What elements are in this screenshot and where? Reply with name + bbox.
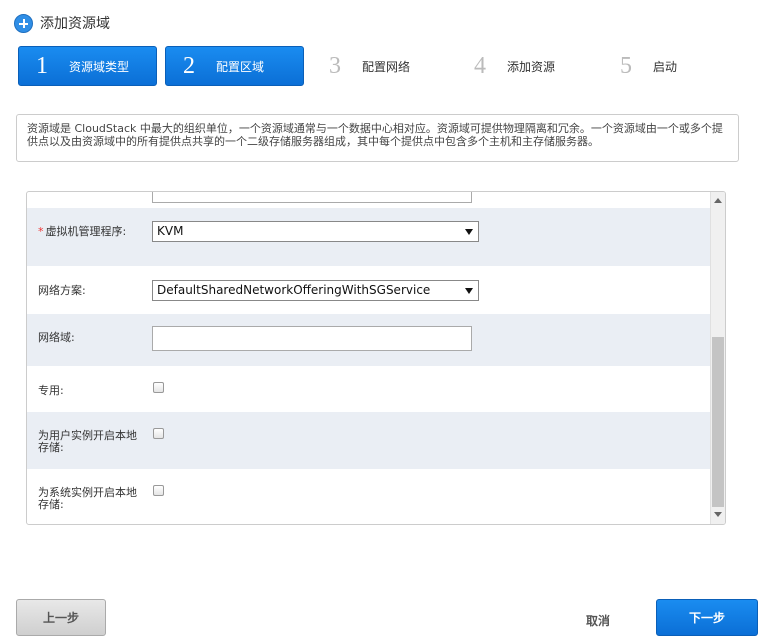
local-storage-user-checkbox[interactable] — [153, 428, 164, 439]
network-offering-select[interactable]: DefaultSharedNetworkOfferingWithSGServic… — [152, 280, 479, 301]
step-number: 3 — [329, 52, 341, 79]
step-setup-zone[interactable]: 2 配置区域 — [165, 46, 304, 86]
step-label: 资源域类型 — [69, 59, 130, 74]
next-button[interactable]: 下一步 — [656, 599, 758, 636]
hypervisor-select[interactable]: KVM — [152, 221, 479, 242]
step-label: 添加资源 — [507, 59, 556, 74]
dialog-header: 添加资源域 — [14, 12, 110, 34]
dropdown-caret-icon — [465, 229, 473, 235]
local-storage-user-label: 为用户实例开启本地存储: — [38, 429, 137, 454]
form-row-network-offering: 网络方案: DefaultSharedNetworkOfferingWithSG… — [27, 266, 710, 314]
form-rows: * 虚拟机管理程序: KVM 网络方案: DefaultSharedNetwork… — [27, 192, 710, 524]
step-launch: 5 启动 — [611, 46, 677, 86]
wizard-steps: 1 资源域类型 2 配置区域 3 配置网络 4 添加资源 5 启动 — [18, 46, 738, 86]
network-offering-value: DefaultSharedNetworkOfferingWithSGServic… — [157, 283, 431, 297]
step-setup-network: 3 配置网络 — [320, 46, 410, 86]
hypervisor-label: * 虚拟机管理程序: — [38, 225, 127, 238]
dedicated-label: 专用: — [38, 384, 64, 397]
step-zone-type[interactable]: 1 资源域类型 — [18, 46, 157, 86]
dropdown-caret-icon — [465, 288, 473, 294]
local-storage-system-label: 为系统实例开启本地存储: — [38, 486, 137, 511]
step-label: 配置区域 — [216, 59, 265, 74]
local-storage-system-checkbox[interactable] — [153, 485, 164, 496]
zone-form: * 虚拟机管理程序: KVM 网络方案: DefaultSharedNetwork… — [26, 191, 726, 525]
step-label: 启动 — [653, 59, 678, 74]
plus-circle-icon — [14, 13, 33, 33]
previous-button[interactable]: 上一步 — [16, 599, 106, 636]
scroll-thumb[interactable] — [712, 337, 724, 507]
required-mark: * — [38, 225, 44, 238]
form-row-dedicated: 专用: — [27, 366, 710, 412]
scroll-up-icon[interactable] — [714, 198, 722, 203]
step-label: 配置网络 — [362, 59, 411, 74]
network-offering-label: 网络方案: — [38, 284, 86, 297]
cancel-button[interactable]: 取消 — [578, 610, 618, 630]
network-domain-label: 网络域: — [38, 331, 75, 344]
scroll-down-icon[interactable] — [714, 512, 722, 517]
step-number: 5 — [620, 52, 632, 79]
form-row-partial — [27, 192, 710, 208]
zone-description: 资源域是 CloudStack 中最大的组织单位，一个资源域通常与一个数据中心相… — [16, 114, 739, 162]
step-number: 2 — [183, 52, 195, 79]
network-domain-input[interactable] — [152, 326, 472, 351]
step-number: 1 — [36, 52, 48, 79]
form-scrollbar[interactable] — [710, 192, 725, 524]
form-row-local-storage-user: 为用户实例开启本地存储: — [27, 412, 710, 469]
step-add-resources: 4 添加资源 — [465, 46, 555, 86]
form-row-hypervisor: * 虚拟机管理程序: KVM — [27, 208, 710, 266]
dedicated-checkbox[interactable] — [153, 382, 164, 393]
partial-text-field[interactable] — [152, 192, 472, 203]
step-number: 4 — [474, 52, 486, 79]
hypervisor-value: KVM — [157, 224, 184, 238]
form-row-network-domain: 网络域: — [27, 314, 710, 366]
dialog-title: 添加资源域 — [40, 16, 110, 32]
form-row-local-storage-system: 为系统实例开启本地存储: — [27, 469, 710, 524]
